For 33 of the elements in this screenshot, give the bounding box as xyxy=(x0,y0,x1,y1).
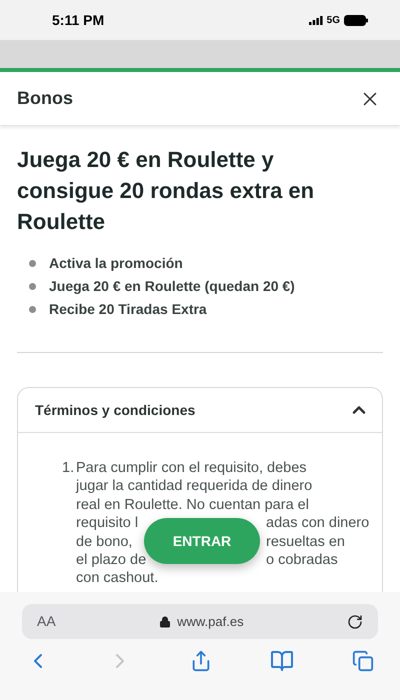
terms-text: Para cumplir con el requisito, debes xyxy=(76,459,307,478)
status-time: 5:11 PM xyxy=(52,10,104,30)
promo-step: Recibe 20 Tiradas Extra xyxy=(49,300,207,318)
terms-title: Términos y condiciones xyxy=(35,400,196,420)
promo-step: Juega 20 € en Roulette (quedan 20 €) xyxy=(49,277,295,295)
bullet-icon xyxy=(29,282,36,290)
tabs-icon[interactable] xyxy=(352,650,374,672)
terms-text: o cobradas xyxy=(266,551,338,570)
share-icon[interactable] xyxy=(190,650,212,672)
lock-icon xyxy=(159,616,172,628)
bookmarks-icon[interactable] xyxy=(270,649,294,673)
promo-title: Juega 20 € en Roulette y consigue 20 rondas extra en Roulette xyxy=(17,146,316,236)
terms-text: real en Roulette. No cuentan para el xyxy=(76,496,309,514)
terms-text: el plazo de xyxy=(76,552,146,568)
url-text: www.paf.es xyxy=(177,612,244,631)
promo-step: Activa la promoción xyxy=(49,254,183,272)
text-size-button[interactable]: AA xyxy=(37,611,56,632)
list-number: 1. xyxy=(62,459,76,478)
terms-header[interactable]: Términos y condiciones xyxy=(18,388,382,433)
reload-icon[interactable] xyxy=(346,614,363,630)
terms-text: de bono, xyxy=(76,534,132,550)
terms-text: resueltas en xyxy=(266,532,345,552)
terms-text: requisito l xyxy=(76,515,138,532)
battery-icon xyxy=(344,14,368,26)
address-bar[interactable]: AA www.paf.es xyxy=(22,604,378,639)
bullet-icon xyxy=(29,306,36,312)
modal-title: Bonos xyxy=(17,87,73,110)
terms-text: jugar la cantidad requerida de dinero xyxy=(76,477,312,496)
terms-text: adas con dinero xyxy=(266,514,370,533)
signal-icon xyxy=(308,16,323,24)
terms-text: con cashout. xyxy=(76,569,158,588)
bullet-icon xyxy=(29,260,36,266)
network-label: 5G xyxy=(326,14,340,28)
